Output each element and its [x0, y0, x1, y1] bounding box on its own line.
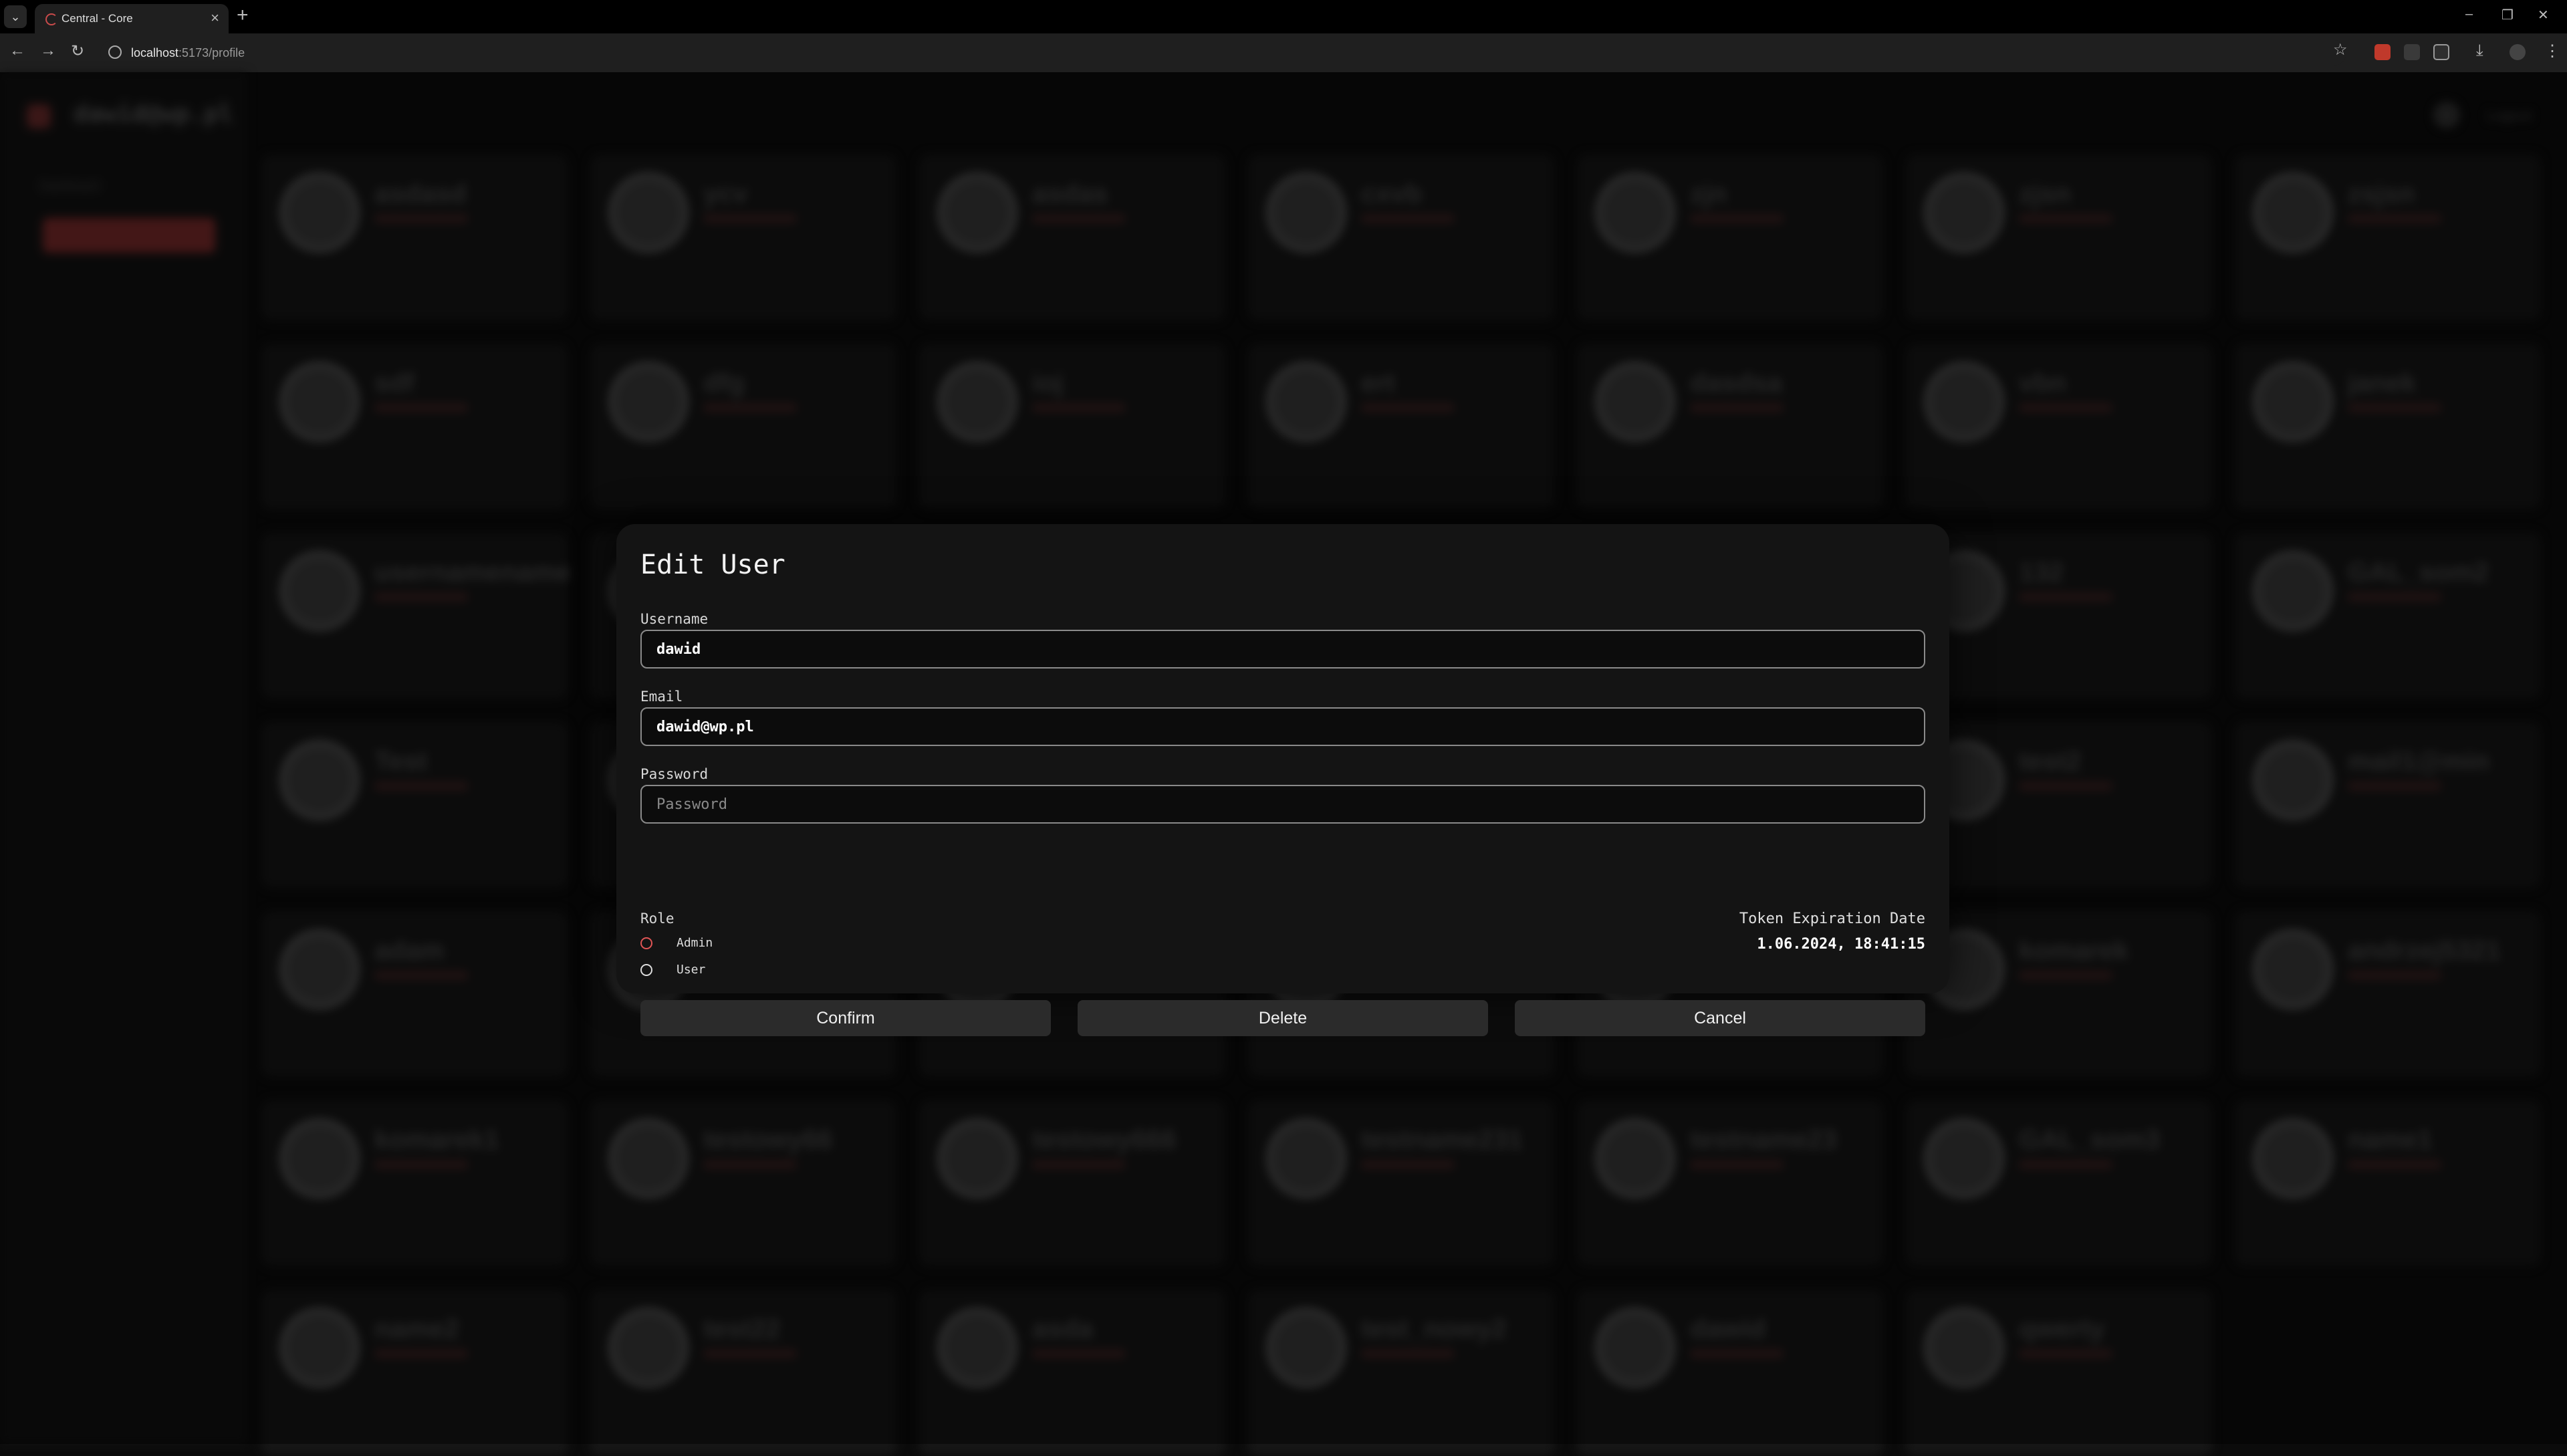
- role-label: Role: [640, 911, 675, 927]
- extensions-puzzle-icon[interactable]: [2433, 44, 2449, 60]
- username-label: Username: [640, 611, 709, 627]
- site-info-icon[interactable]: [108, 45, 122, 59]
- url-path: :5173/profile: [178, 46, 245, 59]
- browser-tab[interactable]: Central - Core ×: [35, 4, 229, 33]
- browser-toolbar: ← → ↻ localhost:5173/profile ☆ ⤓ ⋮: [0, 33, 2567, 72]
- forward-icon[interactable]: →: [40, 41, 56, 60]
- edit-user-modal: Edit User Username Email Password Role A…: [616, 524, 1949, 1036]
- token-expiration-label: Token Expiration Date: [1739, 911, 1925, 927]
- username-input[interactable]: [640, 630, 1925, 669]
- radio-admin[interactable]: [640, 937, 652, 949]
- browser-tab-bar: ⌄ Central - Core × + – ❐ ✕: [0, 0, 2567, 33]
- password-label: Password: [640, 766, 709, 782]
- token-expiration-value: 1.06.2024, 18:41:15: [1757, 936, 1925, 953]
- cancel-button[interactable]: Cancel: [1515, 1000, 1925, 1036]
- url-host: localhost: [131, 46, 179, 59]
- role-option-user[interactable]: User: [640, 963, 705, 977]
- tab-close-icon[interactable]: ×: [211, 9, 219, 27]
- radio-user[interactable]: [640, 963, 652, 976]
- address-bar[interactable]: localhost:5173/profile: [100, 40, 2346, 66]
- tab-search-dropdown-icon[interactable]: ⌄: [4, 5, 27, 28]
- password-input[interactable]: [640, 785, 1925, 824]
- modal-title: Edit User: [640, 550, 785, 580]
- minimize-icon[interactable]: –: [2465, 7, 2473, 22]
- reload-icon[interactable]: ↻: [71, 41, 84, 61]
- browser-menu-icon[interactable]: ⋮: [2544, 41, 2560, 61]
- confirm-button[interactable]: Confirm: [640, 1000, 1051, 1036]
- bookmark-star-icon[interactable]: ☆: [2333, 40, 2348, 59]
- app-viewport: dawid@wp.pl Dashboard Logout asdasd ycv as…: [0, 72, 2567, 1456]
- email-label: Email: [640, 689, 683, 705]
- delete-button[interactable]: Delete: [1078, 1000, 1488, 1036]
- extension-w-icon[interactable]: [2404, 44, 2420, 60]
- tab-title: Central - Core: [62, 12, 133, 25]
- back-icon[interactable]: ←: [9, 41, 25, 60]
- new-tab-icon[interactable]: +: [237, 5, 249, 25]
- role-option-admin[interactable]: Admin: [640, 936, 713, 950]
- radio-user-label: User: [677, 963, 706, 977]
- radio-admin-label: Admin: [677, 936, 713, 950]
- profile-avatar-icon[interactable]: [2510, 44, 2526, 60]
- extension-red-icon[interactable]: [2374, 44, 2391, 60]
- tab-favicon-icon: [45, 13, 57, 25]
- restore-icon[interactable]: ❐: [2501, 7, 2514, 23]
- window-close-icon[interactable]: ✕: [2538, 7, 2549, 23]
- download-icon[interactable]: ⤓: [2476, 41, 2483, 60]
- url-text[interactable]: localhost:5173/profile: [131, 46, 245, 60]
- email-input[interactable]: [640, 707, 1925, 746]
